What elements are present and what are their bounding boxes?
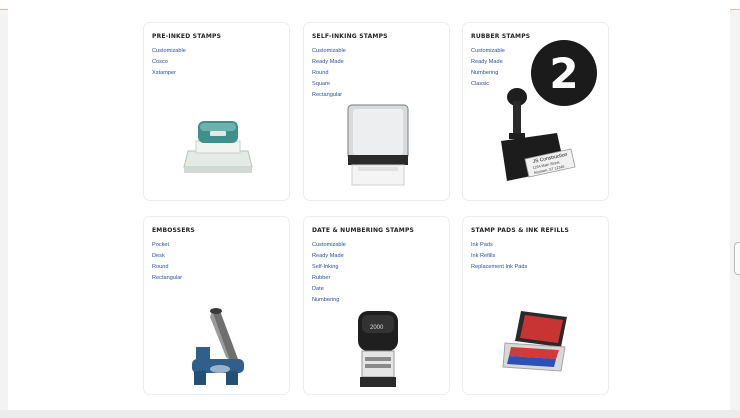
link-square[interactable]: Square [312,79,346,90]
link-round[interactable]: Round [152,262,182,273]
link-customizable[interactable]: Customizable [152,46,186,57]
pre-inked-stamp-image[interactable] [182,111,254,176]
link-replacement-ink-pads[interactable]: Replacement Ink Pads [471,262,527,273]
link-rectangular[interactable]: Rectangular [312,90,346,101]
link-cosco[interactable]: Cosco [152,57,186,68]
link-date[interactable]: Date [312,284,346,295]
card-title: DATE & NUMBERING STAMPS [312,227,415,234]
link-ink-refills[interactable]: Ink Refills [471,251,527,262]
card-pre-inked-stamps[interactable]: PRE-INKED STAMPS Customizable Cosco Xsta… [143,22,290,201]
card-embossers[interactable]: EMBOSSERS Pocket Desk Round Rectangular [143,216,290,395]
link-numbering[interactable]: Numbering [471,68,505,79]
card-title: PRE-INKED STAMPS [152,33,222,40]
card-title: STAMP PADS & INK REFILLS [471,227,570,234]
card-links: Customizable Cosco Xstamper [152,46,186,79]
link-xstamper[interactable]: Xstamper [152,68,186,79]
embosser-image[interactable] [186,307,252,389]
card-stamp-pads-ink-refills[interactable]: STAMP PADS & INK REFILLS Ink Pads Ink Re… [462,216,609,395]
self-inking-stamp-image[interactable] [344,103,412,189]
card-links: Ink Pads Ink Refills Replacement Ink Pad… [471,240,527,273]
ink-pad-image[interactable] [501,307,575,379]
card-links: Customizable Ready Made Numbering Classi… [471,46,505,90]
link-round[interactable]: Round [312,68,346,79]
link-ready-made[interactable]: Ready Made [471,57,505,68]
card-links: Customizable Ready Made Self-Inking Rubb… [312,240,346,306]
link-rubber[interactable]: Rubber [312,273,346,284]
bottom-shade [0,410,740,418]
card-links: Pocket Desk Round Rectangular [152,240,182,284]
date-stamp-label: 2000 [370,325,384,331]
card-title: EMBOSSERS [152,227,195,234]
link-customizable[interactable]: Customizable [471,46,505,57]
link-ready-made[interactable]: Ready Made [312,251,346,262]
link-ink-pads[interactable]: Ink Pads [471,240,527,251]
link-desk[interactable]: Desk [152,251,182,262]
card-title: SELF-INKING STAMPS [312,33,388,40]
link-customizable[interactable]: Customizable [312,240,346,251]
link-self-inking[interactable]: Self-Inking [312,262,346,273]
card-title: RUBBER STAMPS [471,33,531,40]
link-customizable[interactable]: Customizable [312,46,346,57]
step-number-badge: 2 [531,40,597,106]
link-pocket[interactable]: Pocket [152,240,182,251]
card-date-numbering-stamps[interactable]: DATE & NUMBERING STAMPS Customizable Rea… [303,216,450,395]
date-stamp-image[interactable]: 2000 [354,309,402,391]
card-links: Customizable Ready Made Round Square Rec… [312,46,346,101]
link-numbering[interactable]: Numbering [312,295,346,306]
link-rectangular[interactable]: Rectangular [152,273,182,284]
link-ready-made[interactable]: Ready Made [312,57,346,68]
side-tab-handle[interactable] [734,242,740,275]
card-self-inking-stamps[interactable]: SELF-INKING STAMPS Customizable Ready Ma… [303,22,450,201]
